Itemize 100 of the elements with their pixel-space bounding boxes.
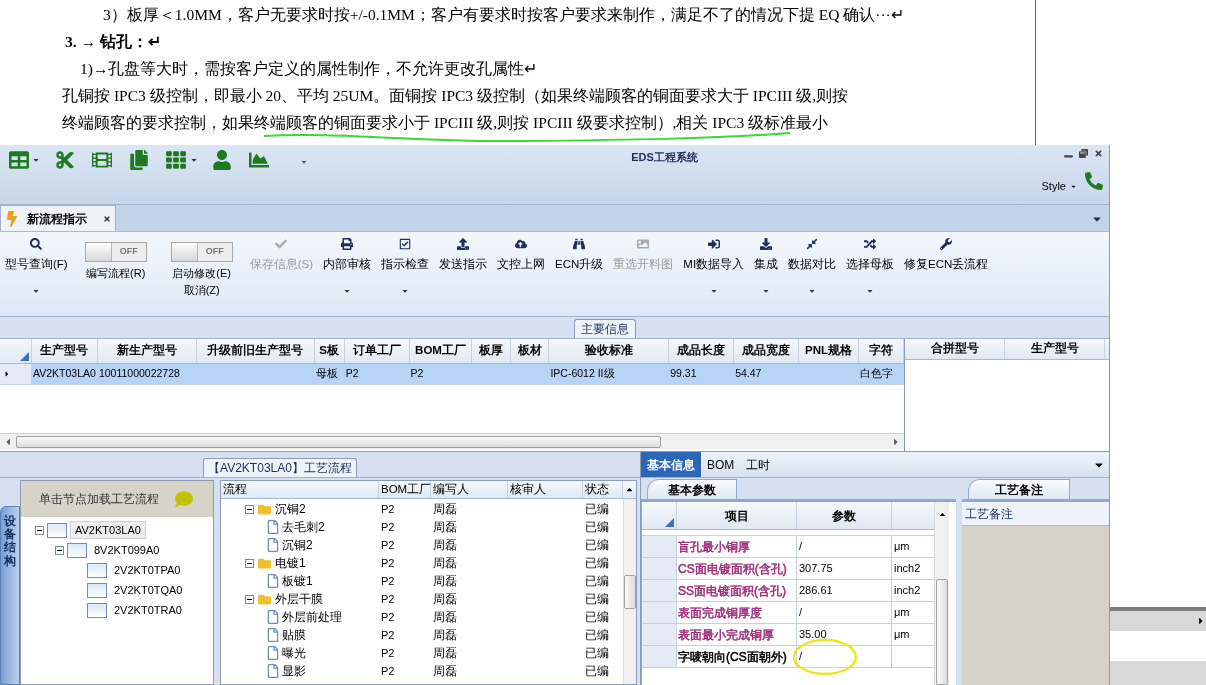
toolbar-button[interactable]: 数据对比 [783, 236, 842, 296]
table-cell-text: 已编 [584, 591, 610, 608]
collapse-toggle-icon[interactable] [245, 594, 254, 604]
area-chart-icon[interactable] [246, 150, 272, 170]
column-header[interactable]: 板厚 [472, 339, 512, 363]
table-cell-text: 白色字 [859, 366, 895, 382]
toolbar-button[interactable]: 集成 [749, 236, 784, 296]
tree-node[interactable]: AV2KT03LA0 [70, 520, 146, 540]
tree-node[interactable]: 去毛刺2 [282, 518, 325, 536]
copy-icon[interactable] [128, 150, 150, 170]
scissors-icon[interactable] [54, 150, 76, 170]
vertical-scrollbar[interactable] [934, 502, 949, 685]
column-header[interactable]: 生产型号 [31, 339, 98, 363]
collapse-toggle-icon[interactable] [35, 525, 44, 535]
tab[interactable]: BOM [701, 452, 741, 477]
collapse-toggle-icon[interactable] [55, 545, 64, 555]
document-tab[interactable]: 新流程指示 [0, 205, 116, 231]
column-header[interactable]: 字符 [859, 339, 904, 363]
table-cell-text: P2 [380, 519, 396, 535]
toolbar-button[interactable]: MI数据导入 [678, 236, 750, 296]
restore-icon[interactable] [1079, 149, 1088, 158]
column-header[interactable]: 核审人 [508, 481, 583, 498]
column-header[interactable]: 项目 [677, 502, 797, 529]
tree-node[interactable]: 2V2KT0TRA0 [110, 601, 186, 619]
tree-node[interactable]: 显影 [282, 662, 306, 680]
toolbar-button[interactable]: 指示检查 [376, 236, 435, 296]
wrench-icon [940, 238, 953, 250]
column-header[interactable]: BOM工厂 [379, 481, 431, 498]
style-menu[interactable]: Style [1041, 178, 1077, 195]
tree-node[interactable]: 沉铜2 [282, 536, 313, 554]
user-icon[interactable] [212, 150, 232, 170]
toolbar-button[interactable]: 文控上网 [492, 236, 551, 274]
column-header[interactable]: 板材 [511, 339, 550, 363]
scroll-up-icon[interactable] [625, 485, 634, 494]
column-header[interactable]: 编写人 [431, 481, 508, 498]
phone-icon[interactable] [1085, 172, 1103, 191]
collapse-toggle-icon[interactable] [245, 504, 254, 514]
column-header[interactable]: PNL规格 [799, 339, 860, 363]
toolbar-button[interactable]: 内部审核 [318, 236, 377, 296]
document-line: 终端顾客的要求控制，如果终端顾客的铜面要求小于 IPCIII 级,则按 IPCIII 级要求控制）,相关 IPC3 级标准最小 [61, 113, 829, 133]
column-header[interactable]: 订单工厂 [344, 339, 410, 363]
tree-node[interactable]: 8V2KT099A0 [90, 541, 164, 559]
tree-node[interactable]: 板镀1 [282, 572, 313, 590]
binoculars-icon [573, 238, 586, 250]
column-header[interactable]: 流程 [221, 481, 379, 498]
table-cell-text: P2 [380, 591, 396, 607]
toolbar-button[interactable]: ECN升级 [550, 236, 609, 274]
close-icon[interactable] [103, 214, 111, 223]
file-icon [267, 646, 279, 660]
column-header[interactable]: 合拼型号 [905, 339, 1005, 359]
tree-node[interactable]: 2V2KT0TQA0 [110, 581, 187, 599]
table-row[interactable]: AV2KT03LA0 10011000022728 母板 P2 P2 IPC-6012 II级 99.31 54.47 白色字 [0, 364, 904, 385]
table-icon[interactable] [8, 150, 30, 170]
column-header[interactable]: S板 [314, 339, 345, 363]
vertical-scrollbar[interactable] [623, 499, 636, 684]
side-tab[interactable]: 设备结构 [0, 506, 20, 685]
column-header[interactable]: 升级前旧生产型号 [196, 339, 315, 363]
column-header[interactable]: 验收标准 [549, 339, 670, 363]
column-header[interactable]: 成品长度 [669, 339, 735, 363]
toolbar-button[interactable]: 发送指示 [434, 236, 493, 274]
toggle-switch[interactable]: OFF [84, 242, 147, 262]
toggle-switch[interactable]: OFF [170, 242, 233, 262]
film-icon[interactable] [90, 150, 114, 170]
close-icon[interactable] [1094, 149, 1103, 158]
toolbar-button[interactable]: 型号查询(F) [0, 236, 73, 296]
toggle-control[interactable]: OFF 编写流程(R) [72, 236, 159, 282]
tab[interactable]: 工时 [740, 452, 777, 477]
customize-icon[interactable] [300, 158, 308, 166]
tree-node[interactable]: 外层前处理 [282, 608, 342, 626]
tree-node[interactable]: 2V2KT0TPA0 [110, 561, 185, 579]
toggle-control[interactable]: OFF 启动修改(E) 取消(Z) [158, 236, 245, 298]
column-header[interactable]: 参数 [797, 502, 892, 529]
column-header[interactable]: 成品宽度 [734, 339, 800, 363]
table-cell-text: 字唛朝向(CS面朝外) [678, 648, 787, 666]
panel-tab[interactable]: 基本参数 [647, 479, 737, 499]
tree-node[interactable]: 沉铜2 [275, 500, 306, 518]
panel-tab[interactable]: 工艺备注 [968, 479, 1070, 499]
table-cell: 307.75 [797, 558, 892, 579]
horizontal-scrollbar[interactable] [0, 433, 904, 449]
column-header[interactable]: 新生产型号 [97, 339, 197, 363]
tree-node[interactable]: 贴膜 [282, 626, 306, 644]
toolbar-button[interactable]: 选择母板 [841, 236, 900, 296]
column-header[interactable]: 状态 [583, 481, 623, 498]
table-cell: / [797, 536, 892, 557]
node-icon [87, 582, 107, 598]
tree-node[interactable]: 电镀1 [275, 554, 306, 572]
grid-icon[interactable] [164, 150, 188, 170]
caret-icon[interactable] [32, 156, 40, 164]
toolbar-button[interactable]: 修复ECN丢流程 [899, 236, 994, 274]
file-icon [267, 664, 279, 678]
collapse-toggle-icon[interactable] [245, 558, 254, 568]
column-header[interactable]: BOM工厂 [409, 339, 473, 363]
tab[interactable]: 基本信息 [641, 452, 701, 477]
tree-node[interactable]: 曝光 [282, 644, 306, 662]
image-icon [637, 238, 650, 250]
tree-node[interactable]: 外层干膜 [275, 590, 323, 608]
column-header[interactable]: 生产型号 [1005, 339, 1105, 359]
caret-icon[interactable] [190, 156, 198, 164]
horizontal-scrollbar[interactable] [1110, 611, 1206, 631]
scroll-up-icon[interactable] [937, 510, 947, 519]
